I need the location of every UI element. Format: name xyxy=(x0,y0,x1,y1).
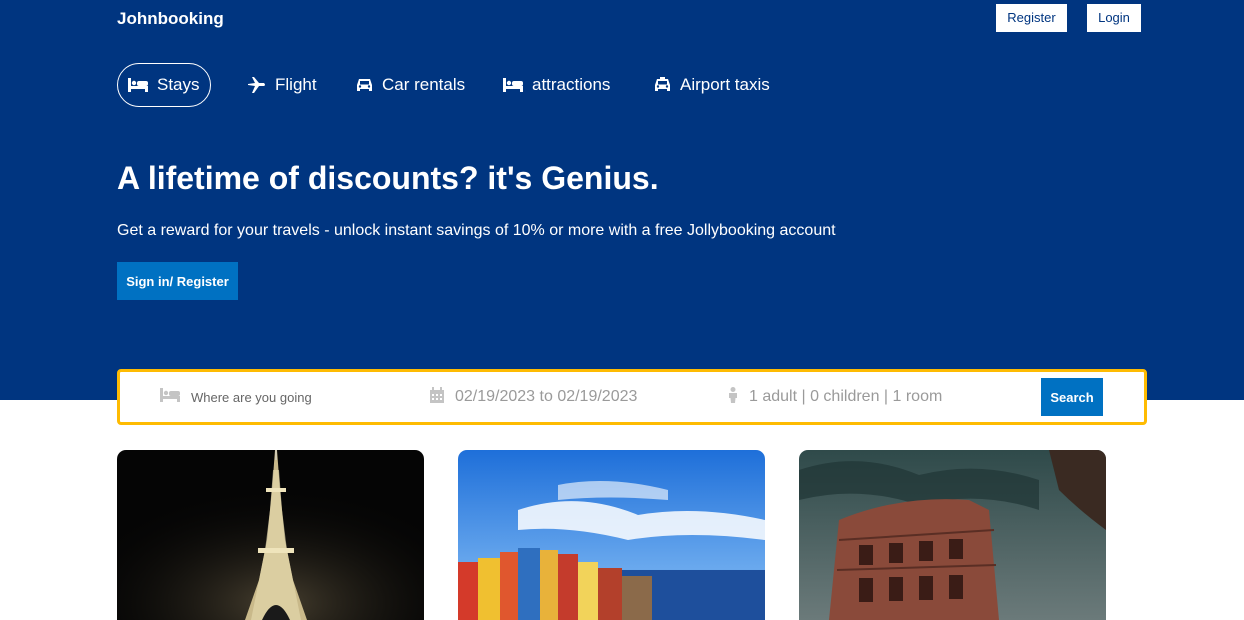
card-image xyxy=(799,450,1106,620)
card-image xyxy=(458,450,765,620)
person-icon xyxy=(728,386,738,408)
hero-header: Johnbooking Register Login Stays Flight … xyxy=(0,0,1244,400)
plane-icon xyxy=(248,77,266,93)
hero-subtitle: Get a reward for your travels - unlock i… xyxy=(117,222,836,239)
date-field[interactable]: 02/19/2023 to 02/19/2023 xyxy=(430,372,637,422)
nav-item-flight[interactable]: Flight xyxy=(248,63,317,107)
destination-card[interactable] xyxy=(458,450,765,620)
search-button[interactable]: Search xyxy=(1041,378,1103,416)
nav-item-label: Flight xyxy=(275,75,317,94)
destination-card[interactable] xyxy=(799,450,1106,620)
nav-item-label: attractions xyxy=(532,75,611,94)
site-logo[interactable]: Johnbooking xyxy=(117,9,224,29)
nav-item-airport-taxis[interactable]: Airport taxis xyxy=(654,63,770,107)
occupancy-field[interactable]: 1 adult | 0 children | 1 room xyxy=(728,372,942,422)
nav-item-car-rentals[interactable]: Car rentals xyxy=(356,63,465,107)
occupancy-text: 1 adult | 0 children | 1 room xyxy=(749,388,943,405)
destination-input[interactable] xyxy=(191,389,391,405)
nav-item-stays[interactable]: Stays xyxy=(117,63,211,107)
card-image xyxy=(117,450,424,620)
bed-icon xyxy=(160,387,180,407)
destination-card[interactable] xyxy=(117,450,424,620)
login-button[interactable]: Login xyxy=(1087,4,1141,32)
bed-icon xyxy=(128,78,148,92)
nav-item-label: Stays xyxy=(157,75,200,94)
car-icon xyxy=(356,78,373,93)
sign-in-register-button[interactable]: Sign in/ Register xyxy=(117,262,238,300)
bed-icon xyxy=(503,78,523,92)
hero-title: A lifetime of discounts? it's Genius. xyxy=(117,160,659,196)
calendar-icon xyxy=(430,386,444,408)
nav-item-label: Car rentals xyxy=(382,75,466,94)
register-button[interactable]: Register xyxy=(996,4,1067,32)
search-bar: 02/19/2023 to 02/19/2023 1 adult | 0 chi… xyxy=(117,369,1147,425)
date-range-text: 02/19/2023 to 02/19/2023 xyxy=(455,388,638,405)
taxi-icon xyxy=(654,77,671,93)
nav-item-label: Airport taxis xyxy=(680,75,770,94)
destination-field[interactable] xyxy=(160,372,391,422)
nav-item-attractions[interactable]: attractions xyxy=(503,63,610,107)
